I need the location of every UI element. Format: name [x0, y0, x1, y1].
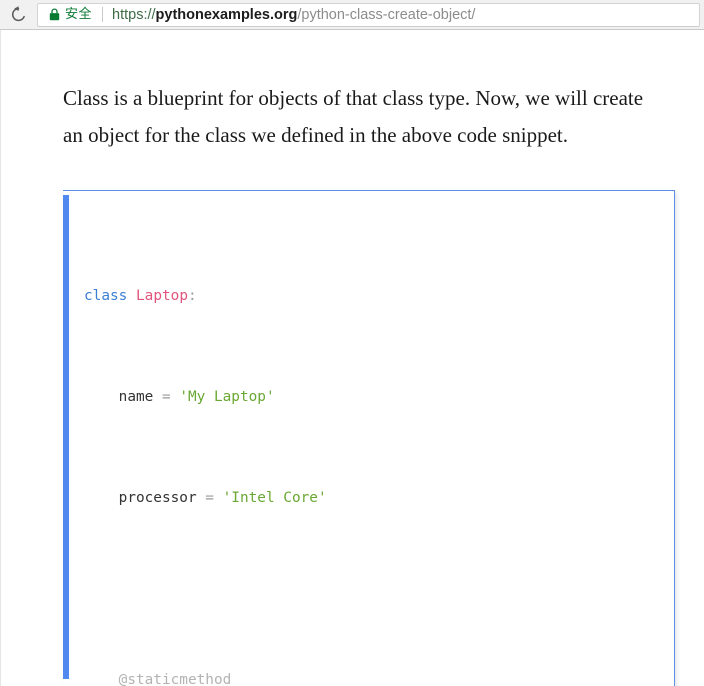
- browser-toolbar: 安全 https://pythonexamples.org/python-cla…: [0, 0, 704, 30]
- token-string-my-laptop: 'My Laptop': [179, 388, 275, 405]
- omnibox-divider: [102, 7, 104, 22]
- security-status-label: 安全: [65, 7, 93, 22]
- token-attr-name: name: [118, 388, 154, 405]
- token-equals: =: [196, 489, 223, 506]
- page-content: Class is a blueprint for objects of that…: [0, 30, 704, 686]
- reload-icon: [10, 6, 27, 23]
- reload-button[interactable]: [4, 1, 32, 29]
- lock-icon: [48, 8, 60, 22]
- token-string-intel-core: 'Intel Core': [222, 489, 327, 506]
- token-attr-processor: processor: [118, 489, 197, 506]
- code-snippet-block: class Laptop: name = 'My Laptop' process…: [63, 190, 675, 686]
- token-keyword-class: class: [84, 287, 128, 304]
- token-equals: =: [153, 388, 180, 405]
- token-class-name: Laptop: [136, 287, 188, 304]
- code-body[interactable]: class Laptop: name = 'My Laptop' process…: [69, 191, 674, 686]
- token-decorator: @staticmethod: [118, 671, 232, 686]
- token-colon: :: [187, 287, 197, 304]
- code-line: name = 'My Laptop': [84, 387, 674, 407]
- url-text[interactable]: https://pythonexamples.org/python-class-…: [112, 5, 693, 25]
- intro-paragraph: Class is a blueprint for objects of that…: [63, 86, 644, 147]
- url-host: pythonexamples.org: [155, 6, 298, 23]
- url-path: /python-class-create-object/: [297, 6, 476, 23]
- code-line: @staticmethod: [84, 670, 674, 686]
- address-bar[interactable]: 安全 https://pythonexamples.org/python-cla…: [37, 2, 700, 27]
- code-line: processor = 'Intel Core': [84, 488, 674, 508]
- code-line: class Laptop:: [84, 286, 674, 306]
- url-scheme: https://: [112, 6, 156, 23]
